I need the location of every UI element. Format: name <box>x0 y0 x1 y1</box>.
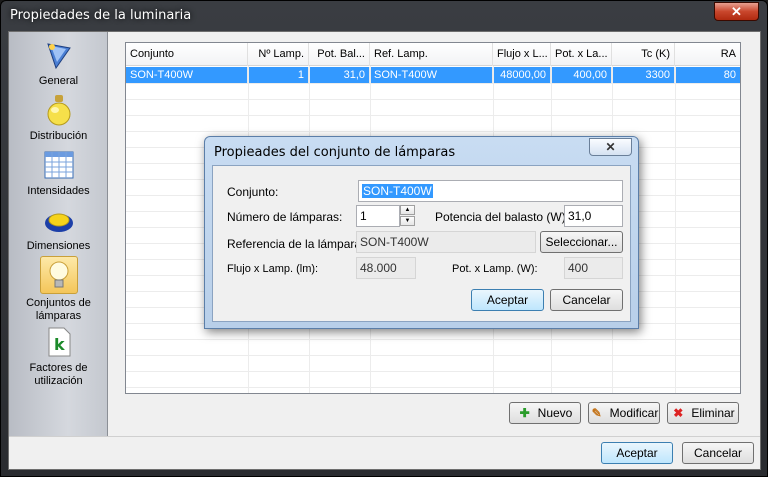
num-lamps-field[interactable]: 1 <box>356 205 400 227</box>
dialog-cancel-button[interactable]: Cancelar <box>550 289 623 311</box>
table-gridline <box>126 355 740 356</box>
num-lamps-label: Número de lámparas: <box>227 210 343 224</box>
table-gridline <box>126 99 740 100</box>
general-icon <box>46 43 71 70</box>
k-factor-icon: k <box>48 327 70 357</box>
flux-field: 48.000 <box>356 257 416 279</box>
sidebar-item-dimensions[interactable]: Dimensiones <box>9 203 108 252</box>
new-button[interactable]: ✚ Nuevo <box>509 402 581 424</box>
cell-ballast-power: 31,0 <box>309 67 370 83</box>
table-gridline <box>126 131 740 132</box>
sidebar: General Distribución Intensidades Dimens… <box>9 32 108 436</box>
sidebar-item-distribution[interactable]: Distribución <box>9 93 108 142</box>
main-window: Propiedades de la luminaria ✕ General Di… <box>0 0 768 477</box>
delete-button[interactable]: ✖ Eliminar <box>667 402 739 424</box>
sidebar-item-lamp-sets[interactable]: Conjuntos de lámparas <box>9 256 108 323</box>
pencil-icon: ✎ <box>591 406 602 420</box>
cell-ra: 80 <box>723 69 736 81</box>
flux-label: Flujo x Lamp. (lm): <box>227 263 319 275</box>
lamp-ref-field: SON-T400W <box>356 231 536 253</box>
ballast-power-label: Potencia del balasto (W): <box>435 210 570 224</box>
table-gridline <box>126 339 740 340</box>
column-header[interactable]: Pot. x La... <box>551 43 612 66</box>
sidebar-item-label: Conjuntos de lámparas <box>26 297 91 322</box>
cell-flux: 48000,00 <box>493 67 551 83</box>
column-header[interactable]: Flujo x L... <box>493 43 551 66</box>
lamp-set-dialog: Propieades del conjunto de lámparas ✕ Co… <box>204 136 639 329</box>
modify-button-label: Modificar <box>609 406 659 420</box>
dialog-title: Propieades del conjunto de lámparas <box>214 145 456 160</box>
sidebar-item-label: Factores de utilización <box>29 362 88 387</box>
sidebar-item-label: Distribución <box>29 130 88 142</box>
lamp-sets-selected-frame <box>39 256 78 294</box>
sidebar-item-label: Dimensiones <box>26 240 91 252</box>
table-row[interactable]: SON-T400W 1 31,0 SON-T400W 48000,00 400,… <box>126 67 740 83</box>
close-button[interactable]: ✕ <box>714 2 759 21</box>
table-gridline <box>126 387 740 388</box>
dialog-body: Conjunto: SON-T400W Número de lámparas: … <box>212 165 631 322</box>
num-lamps-spinner[interactable]: ▲ ▼ <box>400 205 415 227</box>
set-label: Conjunto: <box>227 185 279 199</box>
cell-lamp-ref: SON-T400W <box>370 67 493 83</box>
table-header: Conjunto Nº Lamp. Pot. Bal... Ref. Lamp.… <box>126 43 740 66</box>
column-header[interactable]: Pot. Bal... <box>309 43 370 66</box>
column-header[interactable]: Conjunto <box>126 43 248 66</box>
column-header[interactable]: Ref. Lamp. <box>370 43 493 66</box>
lamp-power-label: Pot. x Lamp. (W): <box>452 263 538 275</box>
sidebar-item-intensities[interactable]: Intensidades <box>9 148 108 197</box>
plus-icon: ✚ <box>519 406 530 420</box>
sidebar-item-general[interactable]: General <box>9 38 108 87</box>
cell-lamp-power: 400,00 <box>551 67 612 83</box>
lightbulb-icon <box>49 261 68 288</box>
table-gridline <box>126 83 740 84</box>
table-gridline <box>126 115 740 116</box>
column-header[interactable]: Nº Lamp. <box>248 43 309 66</box>
dialog-close-button[interactable]: ✕ <box>589 138 632 156</box>
new-button-label: Nuevo <box>537 406 573 420</box>
set-name-selected-text: SON-T400W <box>362 184 433 198</box>
dialog-ok-button[interactable]: Aceptar <box>471 289 544 311</box>
distribution-icon <box>47 95 70 126</box>
lamp-ref-label: Referencia de la lámpara: <box>227 237 365 251</box>
delete-x-icon: ✖ <box>673 406 684 420</box>
column-header[interactable]: Tc (K) <box>612 43 675 66</box>
cell-set: SON-T400W <box>126 67 248 83</box>
sidebar-item-utilization-factors[interactable]: k Factores de utilización <box>9 325 108 388</box>
cancel-button[interactable]: Cancelar <box>682 442 754 464</box>
cell-num-lamps: 1 <box>248 67 309 83</box>
svg-text:k: k <box>54 335 65 354</box>
modify-button[interactable]: ✎ Modificar <box>588 402 660 424</box>
set-name-field[interactable]: SON-T400W <box>358 180 623 202</box>
intensities-grid-icon <box>44 151 73 179</box>
delete-button-label: Eliminar <box>691 406 735 420</box>
select-lamp-button[interactable]: Seleccionar... <box>540 231 623 253</box>
dimensions-icon <box>44 213 73 232</box>
window-title: Propiedades de la luminaria <box>10 8 192 23</box>
table-column-line <box>675 66 676 393</box>
sidebar-item-label: Intensidades <box>27 185 90 197</box>
sidebar-item-label: General <box>38 75 79 87</box>
column-header[interactable]: RA <box>675 43 740 66</box>
ok-button[interactable]: Aceptar <box>601 442 673 464</box>
lamp-power-field: 400 <box>564 257 623 279</box>
title-bar[interactable]: Propiedades de la luminaria ✕ <box>1 1 767 29</box>
spin-down-icon[interactable]: ▼ <box>400 216 415 226</box>
spin-up-icon[interactable]: ▲ <box>400 205 415 215</box>
table-gridline <box>126 371 740 372</box>
ballast-power-field[interactable]: 31,0 <box>564 205 623 227</box>
cell-tc: 3300 <box>612 67 675 83</box>
